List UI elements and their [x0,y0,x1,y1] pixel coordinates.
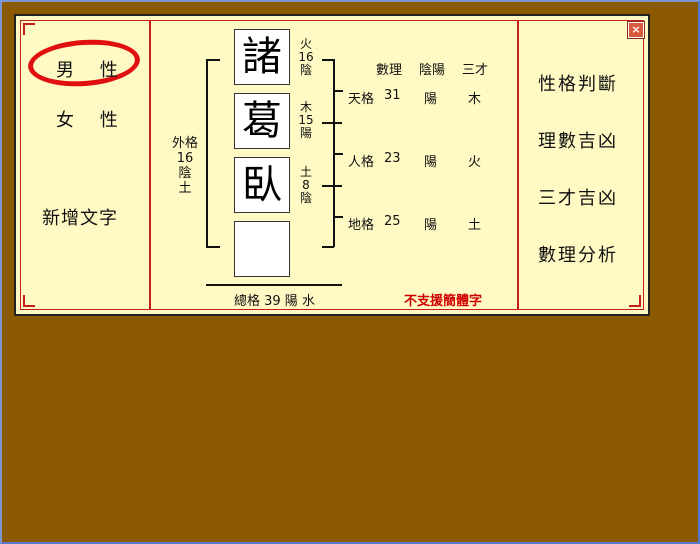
gender-female-option[interactable]: 女 性 [56,106,128,132]
waige-info: 外格 16 陰 土 [170,136,200,196]
number-fortune-button[interactable]: 理數吉凶 [538,127,618,153]
gender-male-option[interactable]: 男 性 [56,56,128,82]
tiange-number: 31 [384,88,401,103]
bracket-tick [333,153,343,155]
name-char-box-4[interactable] [234,221,290,277]
dige-yinyang: 陽 [424,218,438,233]
bracket-line [322,185,342,187]
close-button[interactable]: × [628,22,644,38]
waige-yinyang: 陰 [178,166,192,181]
name-analysis-panel: × 男 性 女 性 新增文字 外格 16 陰 土 諸 葛 臥 火 16 陰 木 … [14,14,650,316]
name-char-box-1[interactable]: 諸 [234,29,290,85]
name-char-box-3[interactable]: 臥 [234,157,290,213]
char-yinyang: 陰 [299,191,312,205]
tiange-element: 木 [468,92,482,107]
bracket-tick [333,216,343,218]
corner-ornament [23,295,35,307]
bracket-line [322,246,334,248]
renge-yinyang: 陽 [424,155,438,170]
waige-label: 外格 [171,136,198,151]
zongge-text: 總格 39 陽 水 [234,294,315,309]
personality-analysis-button[interactable]: 性格判斷 [538,70,618,96]
left-bracket-top [206,59,220,61]
char-info-3: 土 8 陰 [296,166,316,205]
zongge-divider [206,284,342,286]
name-char-box-2[interactable]: 葛 [234,93,290,149]
char-info-2: 木 15 陽 [296,101,316,140]
bracket-line [322,122,342,124]
number-analysis-button[interactable]: 數理分析 [538,241,618,267]
dige-label: 地格 [348,218,375,233]
warning-text: 不支援簡體字 [404,294,483,309]
waige-element: 土 [178,181,192,196]
table-header-shuli: 數理 [376,63,403,78]
bracket-tick [333,90,343,92]
corner-ornament [23,23,35,35]
column-divider-left [149,20,151,310]
table-header-yinyang: 陰陽 [419,63,446,78]
column-divider-right [517,20,519,310]
left-bracket [206,59,208,248]
add-character-button[interactable]: 新增文字 [42,204,118,230]
char-yinyang: 陽 [299,126,312,140]
sancai-fortune-button[interactable]: 三才吉凶 [538,184,618,210]
dige-element: 土 [468,218,482,233]
renge-label: 人格 [348,155,375,170]
dige-number: 25 [384,214,401,229]
char-info-1: 火 16 陰 [296,38,316,77]
corner-ornament [629,295,641,307]
tiange-label: 天格 [348,92,375,107]
renge-number: 23 [384,151,401,166]
tiange-yinyang: 陽 [424,92,438,107]
char-yinyang: 陰 [299,63,312,77]
waige-number: 16 [176,151,194,166]
renge-element: 火 [468,155,482,170]
table-header-sancai: 三才 [462,63,489,78]
left-bracket-bottom [206,246,220,248]
